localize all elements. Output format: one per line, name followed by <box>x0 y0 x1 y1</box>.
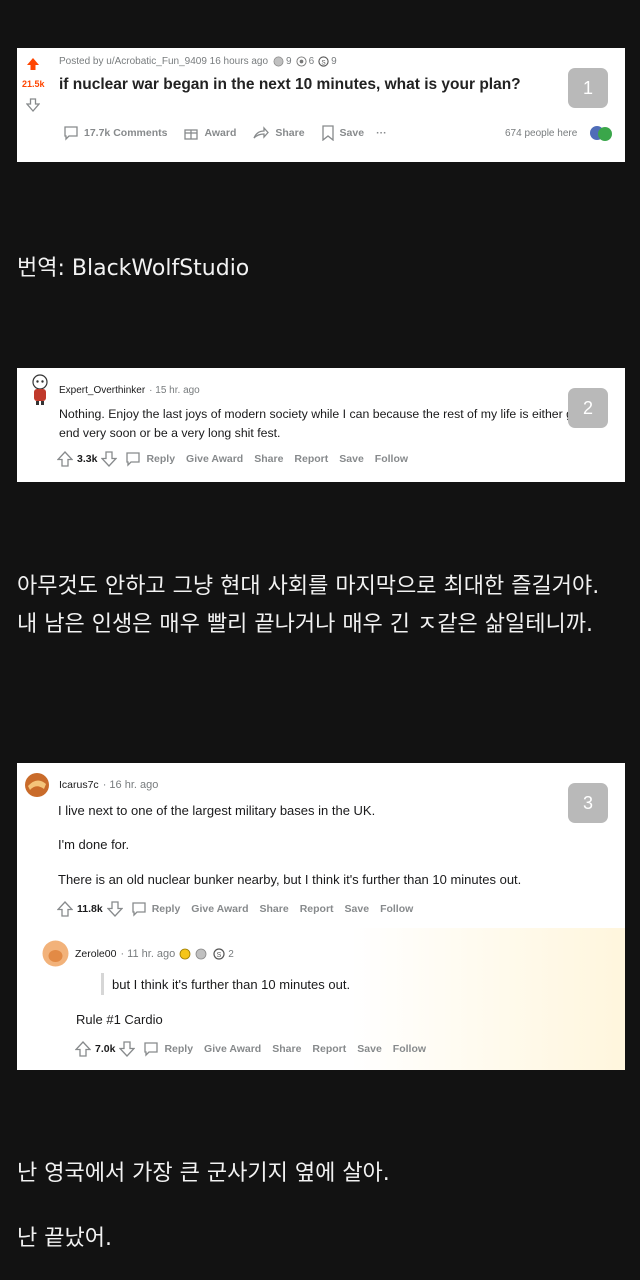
comment-line-2: I'm done for. <box>58 837 130 852</box>
reply-body: Rule #1 Cardio <box>76 1012 163 1027</box>
save-button[interactable]: Save <box>340 127 365 139</box>
post-score: 21.5k <box>22 79 45 89</box>
share-icon <box>252 125 270 141</box>
svg-text:S: S <box>217 952 222 959</box>
award-silver-icon <box>273 56 284 67</box>
comment-time: · 16 hr. ago <box>102 779 159 791</box>
comment-card-1: Expert_Overthinker · 15 hr. ago Nothing.… <box>17 368 625 482</box>
comment-username[interactable]: Expert_Overthinker <box>59 385 145 396</box>
avatar <box>24 772 50 802</box>
award-helpful-icon <box>296 56 307 67</box>
comments-button[interactable]: 17.7k Comments <box>84 127 167 139</box>
report-button[interactable]: Report <box>294 453 328 465</box>
reply-icon <box>131 901 147 917</box>
reply-header: Zerole00 · 11 hr. ago S 2 <box>75 948 234 960</box>
reply-thread: Zerole00 · 11 hr. ago S 2 but I think it… <box>17 928 625 1070</box>
avatar <box>42 940 69 971</box>
comment-actions: 11.8k Reply Give Award Share Report Save… <box>57 901 424 917</box>
translator-credit: 번역: BlackWolfStudio <box>17 256 250 281</box>
share-button[interactable]: Share <box>275 127 304 139</box>
post-title[interactable]: if nuclear war began in the next 10 minu… <box>59 76 521 94</box>
share-button[interactable]: Share <box>254 453 283 465</box>
upvote-icon[interactable] <box>75 1041 91 1057</box>
downvote-icon[interactable] <box>25 97 41 116</box>
comment-time: · 15 hr. ago <box>149 385 200 396</box>
comment-number-badge: 3 <box>568 783 608 823</box>
translation-1: 아무것도 안하고 그냥 현대 사회를 마지막으로 최대한 즐길거야. 내 남은 … <box>17 574 600 637</box>
save-button[interactable]: Save <box>345 903 370 915</box>
report-button[interactable]: Report <box>300 903 334 915</box>
award-coin-icon: S <box>213 948 225 960</box>
post-meta: Posted by u/Acrobatic_Fun_9409 16 hours … <box>59 56 269 67</box>
translation-2-line-2: 난 끝났어. <box>17 1226 112 1251</box>
post-card: 21.5k Posted by u/Acrobatic_Fun_9409 16 … <box>17 48 625 162</box>
upvote-icon[interactable] <box>57 901 73 917</box>
report-button[interactable]: Report <box>312 1043 346 1055</box>
reply-actions: 7.0k Reply Give Award Share Report Save … <box>75 1041 437 1057</box>
translation-2-line-1: 난 영국에서 가장 큰 군사기지 옆에 살아. <box>17 1161 390 1186</box>
reply-icon <box>125 451 141 467</box>
give-award-button[interactable]: Give Award <box>204 1043 261 1055</box>
quote-bar <box>101 973 104 995</box>
comment-header: Expert_Overthinker · 15 hr. ago <box>59 385 200 396</box>
comment-card-2: Icarus7c · 16 hr. ago I live next to one… <box>17 763 625 1070</box>
reply-button[interactable]: Reply <box>146 453 175 465</box>
save-button[interactable]: Save <box>357 1043 382 1055</box>
give-award-button[interactable]: Give Award <box>186 453 243 465</box>
post-number-badge: 1 <box>568 68 608 108</box>
comment-icon <box>63 125 79 141</box>
downvote-icon[interactable] <box>101 451 118 467</box>
award-gold-icon <box>179 948 191 960</box>
comment-score: 3.3k <box>77 453 98 465</box>
post-actions: 17.7k Comments Award Share Save ··· <box>63 125 398 141</box>
save-button[interactable]: Save <box>339 453 364 465</box>
reply-icon <box>143 1041 159 1057</box>
reply-username[interactable]: Zerole00 <box>75 948 116 960</box>
reply-quote: but I think it's further than 10 minutes… <box>112 977 351 992</box>
share-button[interactable]: Share <box>260 903 289 915</box>
award-silver-icon <box>195 948 207 960</box>
reply-time: · 11 hr. ago <box>120 948 176 960</box>
comment-number-badge: 2 <box>568 388 608 428</box>
upvote-icon[interactable] <box>57 451 73 467</box>
give-award-button[interactable]: Give Award <box>191 903 248 915</box>
post-meta-row: Posted by u/Acrobatic_Fun_9409 16 hours … <box>59 56 337 67</box>
comment-header: Icarus7c · 16 hr. ago <box>59 779 158 791</box>
award-count-2: 6 <box>308 56 315 67</box>
more-options-button[interactable]: ··· <box>376 127 387 139</box>
award-coin-icon: S <box>318 56 329 67</box>
downvote-icon[interactable] <box>119 1041 136 1057</box>
gift-icon <box>183 125 199 141</box>
reply-button[interactable]: Reply <box>152 903 181 915</box>
comment-body: Nothing. Enjoy the last joys of modern s… <box>59 407 601 440</box>
share-button[interactable]: Share <box>272 1043 301 1055</box>
reply-button[interactable]: Reply <box>164 1043 193 1055</box>
award-count: 2 <box>228 948 234 960</box>
comment-username[interactable]: Icarus7c <box>59 779 99 791</box>
follow-button[interactable]: Follow <box>380 903 413 915</box>
svg-text:S: S <box>322 59 326 66</box>
reply-score: 7.0k <box>95 1043 116 1055</box>
comment-actions: 3.3k Reply Give Award Share Report Save … <box>57 451 419 467</box>
comment-line-3: There is an old nuclear bunker nearby, b… <box>58 872 522 887</box>
award-count-3: 9 <box>331 56 337 67</box>
follow-button[interactable]: Follow <box>393 1043 426 1055</box>
follow-button[interactable]: Follow <box>375 453 408 465</box>
avatar <box>27 372 53 410</box>
award-button[interactable]: Award <box>204 127 236 139</box>
downvote-icon[interactable] <box>106 901 123 917</box>
comment-score: 11.8k <box>77 903 103 915</box>
comment-line-1: I live next to one of the largest milita… <box>58 803 376 818</box>
upvote-icon[interactable] <box>26 56 40 75</box>
bookmark-icon <box>321 125 335 141</box>
award-count-1: 9 <box>286 56 292 67</box>
people-here: 674 people here <box>505 128 578 139</box>
online-avatars-icon <box>588 124 614 146</box>
